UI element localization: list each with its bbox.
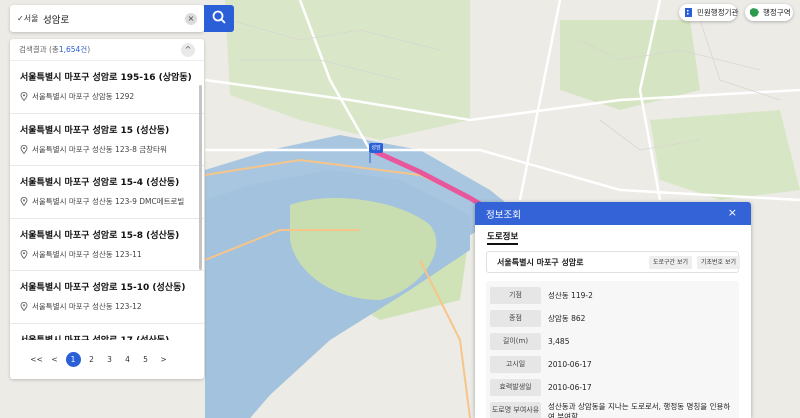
info-key: 효력발생일 xyxy=(490,379,541,396)
admin-area-label: 행정구역 xyxy=(763,8,791,17)
results-list: 서울특별시 마포구 성암로 195-16 (상암동) 서울특별시 마포구 상암동… xyxy=(10,61,204,361)
info-value: 3,485 xyxy=(548,337,570,346)
info-value: 성산동과 상암동을 지나는 도로로서, 행정동 명칭을 인용하여 부여함 xyxy=(548,402,731,418)
info-key: 기점 xyxy=(490,287,541,304)
info-panel: 정보조회 × 도로정보 서울특별시 마포구 성암로 도로구간 보기 기초번호 보… xyxy=(475,202,751,418)
results-count-prefix: 검색결과 (총 xyxy=(19,45,59,54)
search-icon xyxy=(212,10,226,27)
search-input[interactable] xyxy=(43,8,183,29)
chevron-down-icon: ✓ xyxy=(17,14,24,23)
location-pin-icon xyxy=(20,91,28,102)
result-title: 서울특별시 마포구 성암로 195-16 (상암동) xyxy=(20,73,192,83)
info-value: 상암동 862 xyxy=(548,314,586,323)
info-key: 종점 xyxy=(490,310,541,327)
info-row: 효력발생일 2010-06-17 xyxy=(490,376,735,399)
info-value: 성산동 119-2 xyxy=(548,291,593,300)
result-title: 서울특별시 마포구 성암로 15-10 (성산동) xyxy=(20,283,186,293)
info-key: 고시일 xyxy=(490,356,541,373)
result-title: 서울특별시 마포구 성암로 15-8 (성산동) xyxy=(20,230,180,241)
first-page-button[interactable]: << xyxy=(28,355,46,364)
results-header: 검색결과 (총 1,654건 ) ^ xyxy=(10,39,204,61)
info-panel-header: 정보조회 × xyxy=(475,202,751,225)
info-row: 종점 상암동 862 xyxy=(490,307,735,330)
results-count: 1,654건 xyxy=(58,45,88,54)
result-item[interactable]: 서울특별시 마포구 성암로 195-16 (상암동) 서울특별시 마포구 상암동… xyxy=(10,61,204,114)
results-panel: 검색결과 (총 1,654건 ) ^ 서울특별시 마포구 성암로 195-16 … xyxy=(10,39,204,379)
result-jibun: 서울특별시 마포구 성산동 123-11 xyxy=(32,249,142,259)
info-value: 2010-06-17 xyxy=(548,383,592,392)
result-jibun: 서울특별시 마포구 성산동 123-9 DMC메트로빌 xyxy=(32,197,185,206)
tab-road-info[interactable]: 도로정보 xyxy=(487,230,519,245)
info-row: 길이(m) 3,485 xyxy=(490,330,735,353)
info-row: 고시일 2010-06-17 xyxy=(490,353,735,376)
region-map-icon xyxy=(749,7,760,18)
view-base-number-button[interactable]: 기초번호 보기 xyxy=(697,256,741,269)
page-button-5[interactable]: 5 xyxy=(137,355,155,364)
result-item[interactable]: 서울특별시 마포구 성암로 15-8 (성산동) 서울특별시 마포구 성산동 1… xyxy=(10,219,204,271)
info-value: 2010-06-17 xyxy=(548,360,592,369)
admin-area-button[interactable]: 행정구역 xyxy=(745,4,793,21)
next-page-button[interactable]: > xyxy=(155,355,173,364)
collapse-results-button[interactable]: ^ xyxy=(181,43,195,57)
result-item[interactable]: 서울특별시 마포구 성암로 15-4 (성산동) 서울특별시 마포구 성산동 1… xyxy=(10,166,204,219)
building-icon xyxy=(683,7,694,18)
result-jibun: 서울특별시 마포구 상암동 1292 xyxy=(32,92,135,101)
view-road-section-button[interactable]: 도로구간 보기 xyxy=(649,256,693,269)
result-jibun: 서울특별시 마포구 성산동 123-8 금창타워 xyxy=(32,144,167,154)
result-title: 서울특별시 마포구 성암로 15-4 (성산동) xyxy=(20,178,180,188)
road-name: 서울특별시 마포구 성암로 xyxy=(497,257,584,267)
page-button-2[interactable]: 2 xyxy=(83,355,101,364)
road-info-table: 기점 성산동 119-2 종점 상암동 862 길이(m) 3,485 고시일 … xyxy=(486,281,739,418)
prev-page-button[interactable]: < xyxy=(46,355,64,364)
clear-search-button[interactable]: × xyxy=(185,12,197,25)
info-row: 도로명 부여사유 성산동과 상암동을 지나는 도로로서, 행정동 명칭을 인용하… xyxy=(490,399,735,418)
location-pin-icon xyxy=(20,249,28,259)
page-button-3[interactable]: 3 xyxy=(101,355,119,364)
page-button-4[interactable]: 4 xyxy=(119,355,137,364)
search-button[interactable] xyxy=(204,5,234,32)
result-item[interactable]: 서울특별시 마포구 성암로 15-10 (성산동) 서울특별시 마포구 성산동 … xyxy=(10,271,204,324)
road-card: 서울특별시 마포구 성암로 도로구간 보기 기초번호 보기 xyxy=(486,251,741,273)
page-button-1[interactable]: 1 xyxy=(65,352,81,367)
location-pin-icon xyxy=(20,196,28,207)
close-icon[interactable]: × xyxy=(728,206,737,219)
location-pin-icon xyxy=(20,301,28,312)
region-label: 서울 xyxy=(23,14,39,23)
civil-office-label: 민원행정기관 xyxy=(697,8,739,17)
results-scrollbar[interactable] xyxy=(199,85,202,270)
location-pin-icon xyxy=(20,144,28,154)
info-row: 기점 성산동 119-2 xyxy=(490,284,735,307)
results-count-suffix: ) xyxy=(87,45,91,54)
map-road-marker-label: 성암 xyxy=(371,145,381,151)
pagination: << < 1 2 3 4 5 > xyxy=(10,340,204,379)
search-bar: ✓서울 × xyxy=(10,5,204,32)
region-select[interactable]: ✓서울 xyxy=(10,13,43,24)
civil-office-button[interactable]: 민원행정기관 xyxy=(679,4,739,21)
result-title: 서울특별시 마포구 성암로 15 (성산동) xyxy=(20,125,170,136)
info-key: 도로명 부여사유 xyxy=(490,402,541,418)
info-key: 길이(m) xyxy=(490,333,541,350)
info-panel-title: 정보조회 xyxy=(486,209,521,221)
result-item[interactable]: 서울특별시 마포구 성암로 15 (성산동) 서울특별시 마포구 성산동 123… xyxy=(10,114,204,166)
result-jibun: 서울특별시 마포구 성산동 123-12 xyxy=(32,302,142,311)
